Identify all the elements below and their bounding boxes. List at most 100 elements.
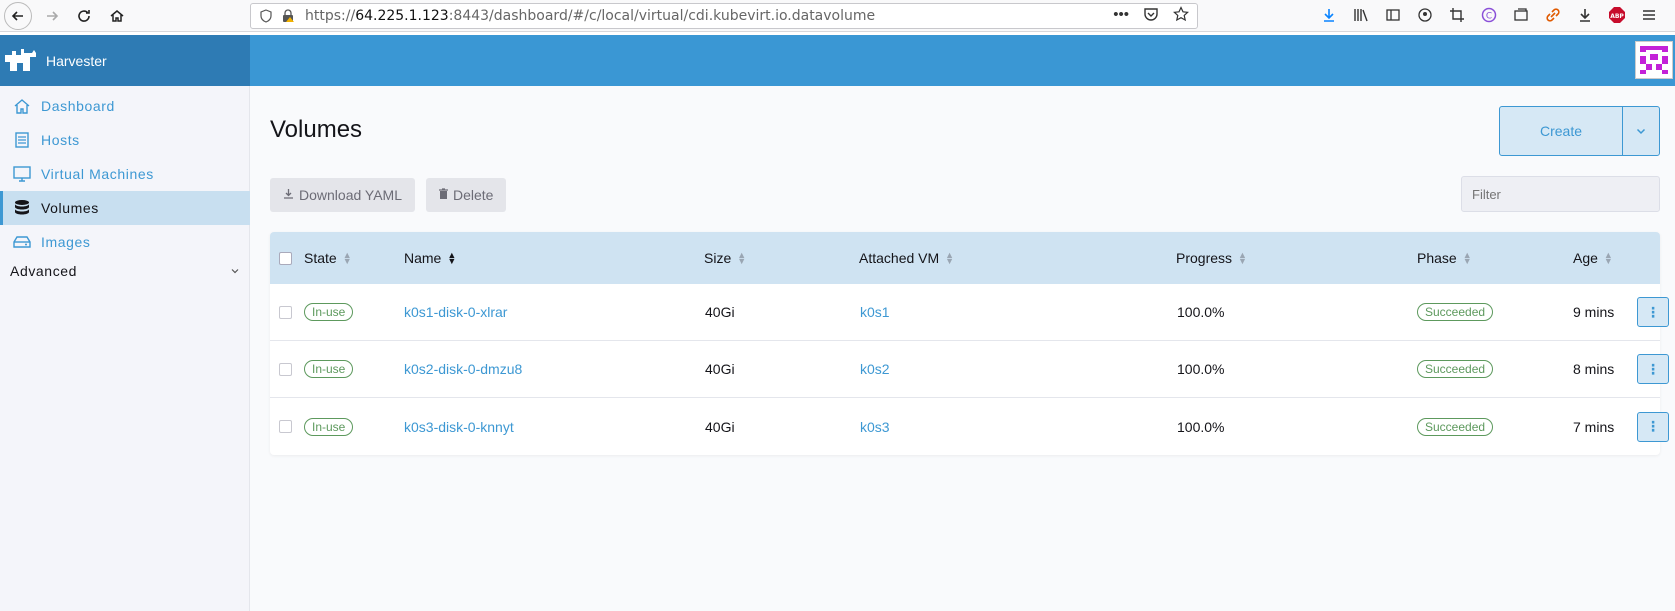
downloads-icon[interactable] bbox=[1320, 6, 1338, 24]
svg-text:C: C bbox=[1486, 12, 1492, 22]
sidebar-toggle-icon[interactable] bbox=[1384, 6, 1402, 24]
download-icon bbox=[283, 188, 294, 202]
user-avatar[interactable] bbox=[1635, 41, 1673, 79]
extension-c-icon[interactable]: C bbox=[1480, 6, 1498, 24]
library-icon[interactable] bbox=[1352, 6, 1370, 24]
sidebar-item-label: Hosts bbox=[41, 132, 80, 148]
lock-warning-icon bbox=[283, 9, 294, 22]
reload-icon bbox=[78, 10, 90, 22]
attached-vm-link[interactable]: k0s1 bbox=[860, 304, 890, 320]
sidebar-item-images[interactable]: Images bbox=[0, 225, 250, 259]
svg-text:ABP: ABP bbox=[1610, 13, 1624, 20]
back-button[interactable] bbox=[4, 2, 32, 30]
column-header-size[interactable]: Size ▲ ▼ bbox=[704, 250, 746, 266]
column-header-progress[interactable]: Progress ▲ ▼ bbox=[1176, 250, 1247, 266]
filter-input[interactable] bbox=[1461, 176, 1660, 212]
select-all-checkbox[interactable] bbox=[279, 251, 292, 265]
age-value: 9 mins bbox=[1573, 304, 1615, 320]
forward-button[interactable] bbox=[38, 2, 66, 30]
trash-icon bbox=[439, 188, 448, 202]
sidebar-item-dashboard[interactable]: Dashboard bbox=[0, 89, 250, 123]
browser-home-icon bbox=[110, 10, 124, 22]
monitor-icon bbox=[12, 164, 32, 184]
shield-icon bbox=[260, 9, 272, 23]
url-bar[interactable]: https://64.225.1.123:8443/dashboard/#/c/… bbox=[250, 3, 1198, 29]
sidebar-group-advanced[interactable]: Advanced bbox=[10, 263, 240, 279]
sidebar-item-label: Virtual Machines bbox=[41, 166, 154, 182]
download-yaml-label: Download YAML bbox=[299, 187, 402, 203]
column-header-state[interactable]: State ▲ ▼ bbox=[304, 250, 352, 266]
chevron-down-icon bbox=[1636, 128, 1646, 135]
row-checkbox[interactable] bbox=[279, 420, 292, 433]
screenshot-icon[interactable] bbox=[1448, 6, 1466, 24]
extension-download-icon[interactable] bbox=[1576, 6, 1594, 24]
forward-arrow-icon bbox=[47, 11, 59, 21]
brand-name: Harvester bbox=[46, 52, 107, 69]
database-icon bbox=[12, 198, 32, 218]
main-content: Volumes Create Download YAML Delete Stat… bbox=[250, 86, 1675, 611]
adblock-icon[interactable]: ABP bbox=[1608, 6, 1626, 24]
table-row: In-use k0s1-disk-0-xlrar 40Gi k0s1 100.0… bbox=[270, 284, 1669, 341]
page-actions-icon[interactable]: ••• bbox=[1113, 6, 1129, 23]
back-arrow-icon bbox=[11, 11, 23, 21]
progress-value: 100.0% bbox=[1177, 418, 1225, 435]
state-badge: In-use bbox=[304, 360, 354, 378]
table-header: State ▲ ▼ Name ▲ ▼ Size ▲ ▼ Attached VM ▲ ▼ Prog… bbox=[270, 232, 1660, 284]
sidebar-item-volumes[interactable]: Volumes bbox=[0, 191, 250, 225]
sort-icon: ▲ ▼ bbox=[447, 250, 457, 266]
volume-name-link[interactable]: k0s1-disk-0-xlrar bbox=[404, 304, 507, 320]
account-icon[interactable] bbox=[1416, 6, 1434, 24]
column-header-name[interactable]: Name ▲ ▼ bbox=[404, 250, 456, 266]
sidebar-item-virtual-machines[interactable]: Virtual Machines bbox=[0, 157, 250, 191]
phase-badge: Succeeded bbox=[1417, 303, 1494, 321]
row-actions-button[interactable]: ⋮ bbox=[1637, 354, 1669, 384]
delete-label: Delete bbox=[453, 187, 494, 203]
create-button[interactable]: Create bbox=[1500, 107, 1623, 155]
row-checkbox[interactable] bbox=[279, 362, 292, 376]
state-badge: In-use bbox=[304, 303, 354, 321]
row-actions-button[interactable]: ⋮ bbox=[1637, 411, 1669, 442]
column-header-age[interactable]: Age ▲ ▼ bbox=[1573, 250, 1613, 266]
sidebar-item-label: Volumes bbox=[41, 200, 99, 216]
menu-icon[interactable] bbox=[1640, 6, 1658, 24]
row-checkbox[interactable] bbox=[279, 305, 292, 319]
avatar-identicon-icon bbox=[1640, 46, 1668, 74]
hosts-icon bbox=[12, 130, 32, 150]
sidebar-item-label: Dashboard bbox=[41, 98, 115, 114]
volume-size: 40Gi bbox=[705, 304, 735, 320]
kebab-icon: ⋮ bbox=[1646, 418, 1660, 434]
reload-button[interactable] bbox=[70, 2, 98, 30]
attached-vm-link[interactable]: k0s2 bbox=[860, 361, 890, 377]
column-header-attached-vm[interactable]: Attached VM ▲ ▼ bbox=[859, 250, 954, 266]
chevron-down-icon bbox=[231, 269, 239, 274]
age-value: 8 mins bbox=[1573, 361, 1615, 377]
pocket-icon[interactable] bbox=[1143, 6, 1159, 22]
sort-icon: ▲ ▼ bbox=[342, 250, 352, 266]
app-header: Harvester bbox=[0, 35, 1675, 86]
age-value: 7 mins bbox=[1573, 418, 1615, 435]
row-actions-button[interactable]: ⋮ bbox=[1637, 297, 1669, 327]
create-dropdown-button[interactable] bbox=[1623, 107, 1659, 155]
phase-badge: Succeeded bbox=[1417, 417, 1494, 436]
home-button[interactable] bbox=[103, 2, 131, 30]
download-yaml-button[interactable]: Download YAML bbox=[270, 178, 415, 212]
sort-icon: ▲ ▼ bbox=[737, 250, 747, 266]
create-button-group: Create bbox=[1499, 106, 1660, 156]
extension-link-icon[interactable] bbox=[1544, 6, 1562, 24]
volumes-table: State ▲ ▼ Name ▲ ▼ Size ▲ ▼ Attached VM ▲ ▼ Prog… bbox=[270, 232, 1669, 455]
volume-name-link[interactable]: k0s3-disk-0-knnyt bbox=[404, 419, 514, 435]
images-icon bbox=[12, 232, 32, 252]
bookmark-star-icon[interactable] bbox=[1173, 6, 1189, 22]
brand[interactable]: Harvester bbox=[0, 35, 250, 86]
extension-tab-icon[interactable] bbox=[1512, 6, 1530, 24]
phase-badge: Succeeded bbox=[1417, 360, 1494, 378]
delete-button[interactable]: Delete bbox=[426, 178, 507, 212]
url-text: https://64.225.1.123:8443/dashboard/#/c/… bbox=[305, 8, 876, 24]
volume-name-link[interactable]: k0s2-disk-0-dmzu8 bbox=[404, 361, 522, 377]
page-title: Volumes bbox=[270, 116, 363, 143]
column-header-phase[interactable]: Phase ▲ ▼ bbox=[1417, 250, 1472, 266]
table-row: In-use k0s2-disk-0-dmzu8 40Gi k0s2 100.0… bbox=[270, 341, 1669, 398]
attached-vm-link[interactable]: k0s3 bbox=[860, 419, 890, 435]
home-icon bbox=[12, 96, 32, 116]
sidebar-item-hosts[interactable]: Hosts bbox=[0, 123, 250, 157]
